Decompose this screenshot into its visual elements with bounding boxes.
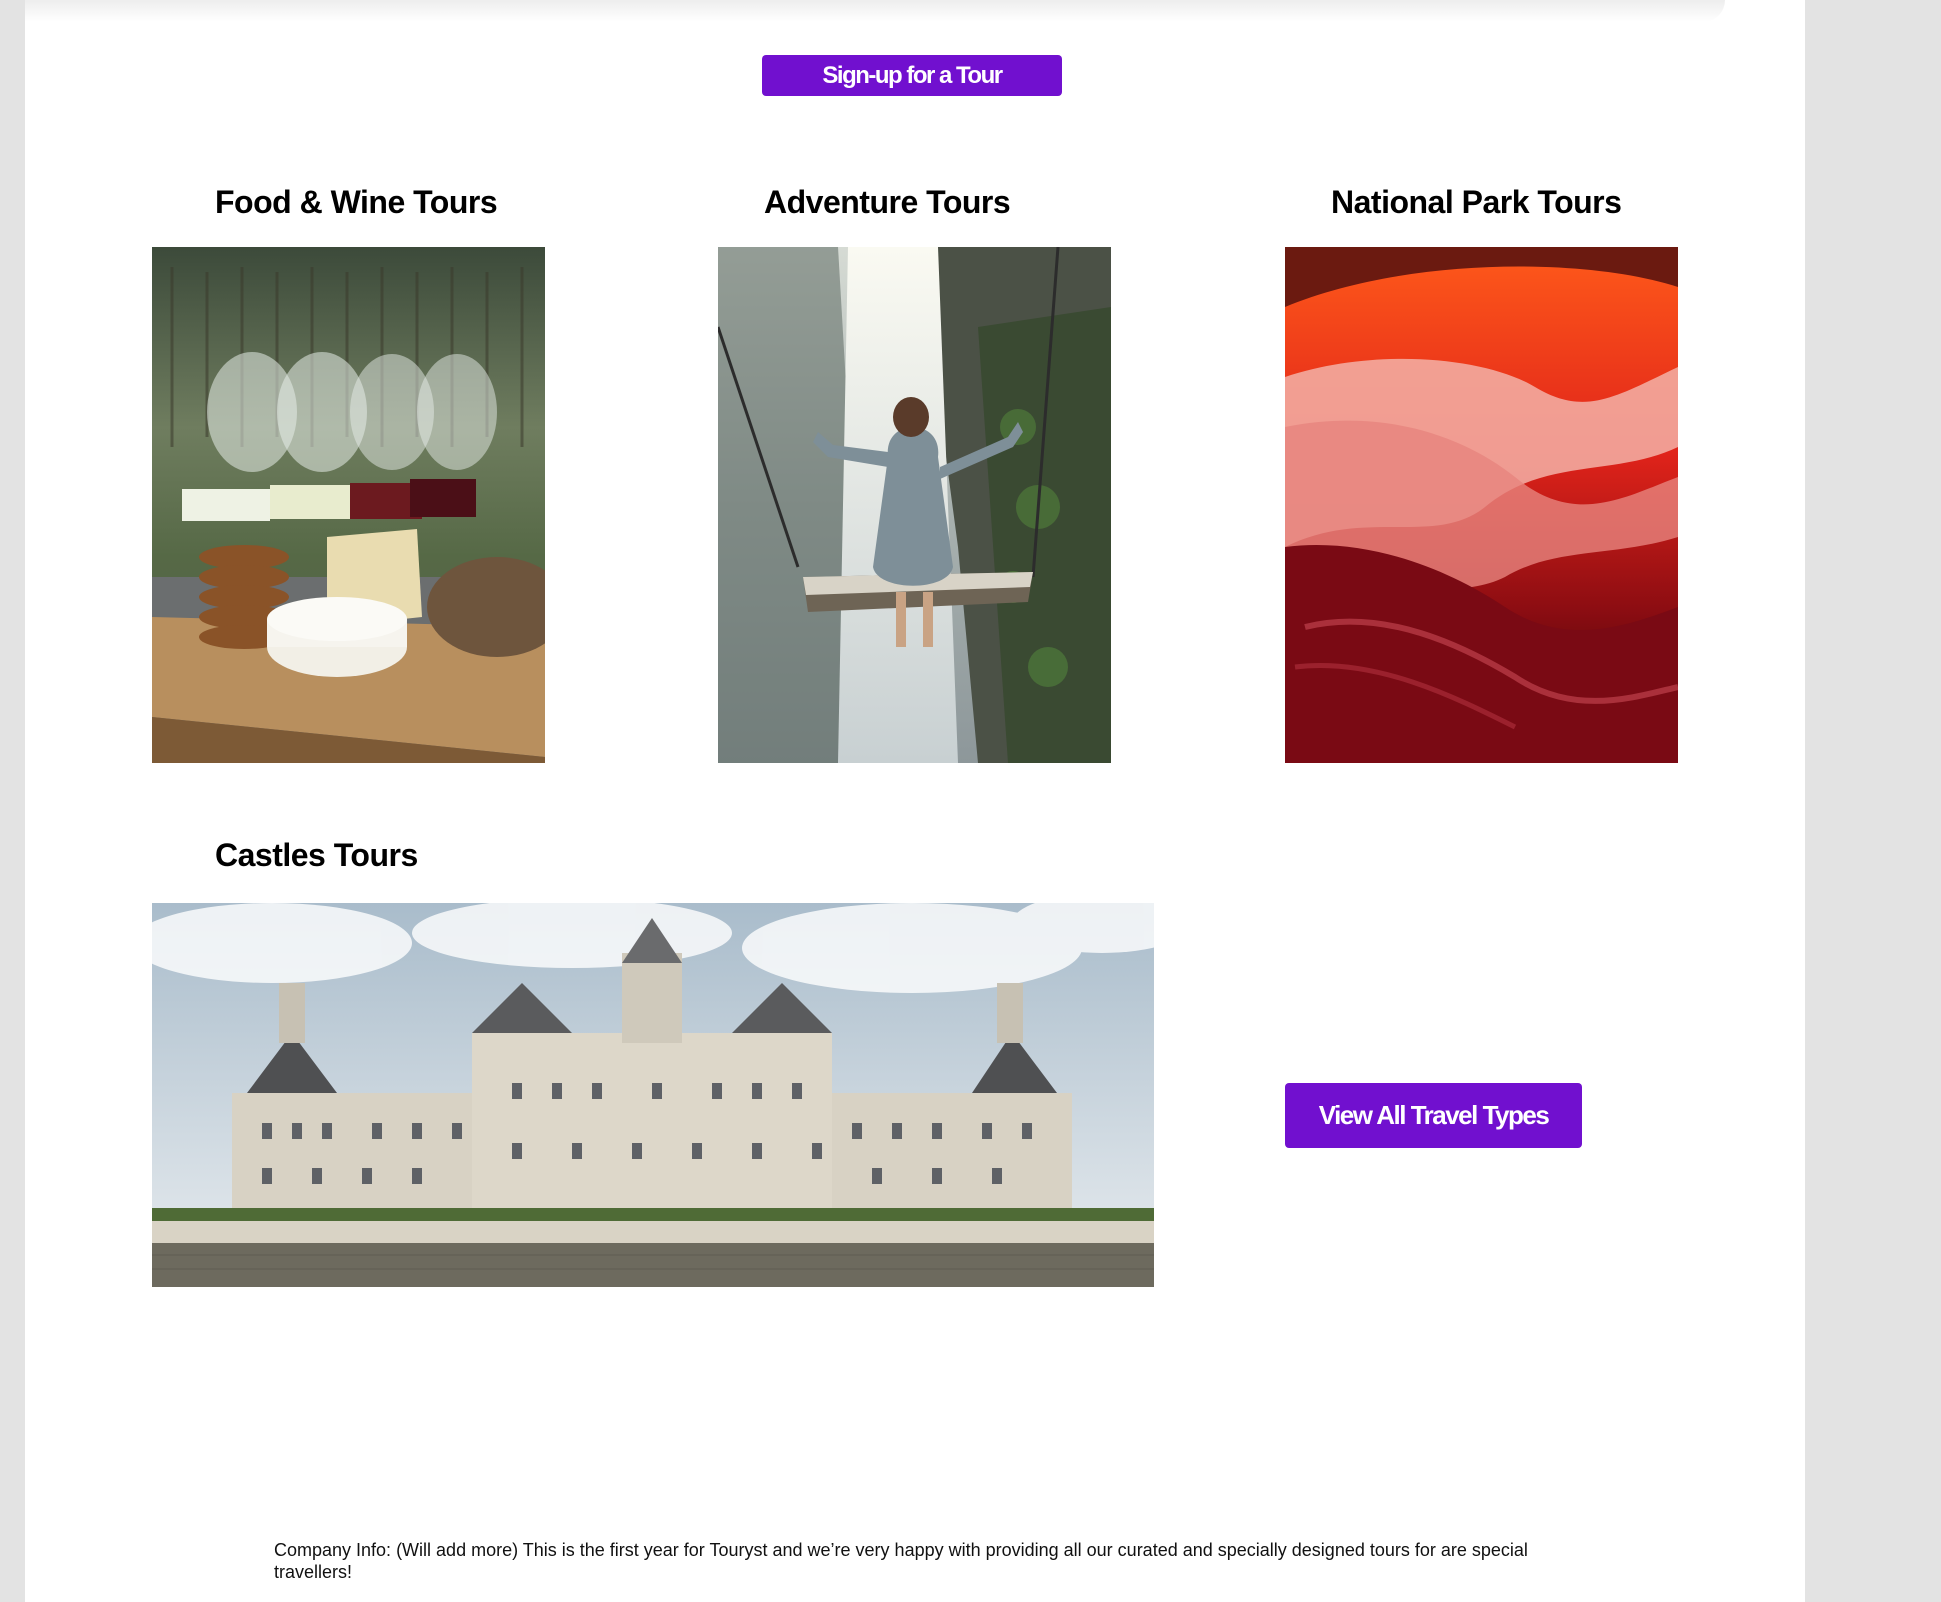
header-shadow (25, 0, 1725, 22)
castles-tours-title: Castles Tours (215, 837, 418, 873)
castles-tours-image[interactable] (152, 903, 1154, 1287)
food-wine-tours-image[interactable] (152, 247, 545, 763)
page: Sign-up for a Tour Food & Wine Tours Adv… (25, 0, 1805, 1602)
food-wine-tours-title: Food & Wine Tours (215, 184, 498, 220)
national-park-tours-title: National Park Tours (1331, 184, 1622, 220)
company-info-text: Company Info: (Will add more) This is th… (274, 1540, 1528, 1582)
view-all-travel-types-button[interactable]: View All Travel Types (1285, 1083, 1582, 1148)
adventure-tours-title: Adventure Tours (764, 184, 1011, 220)
adventure-tours-image[interactable] (718, 247, 1111, 763)
signup-tour-button[interactable]: Sign-up for a Tour (762, 55, 1062, 96)
national-park-tours-image[interactable] (1285, 247, 1678, 763)
